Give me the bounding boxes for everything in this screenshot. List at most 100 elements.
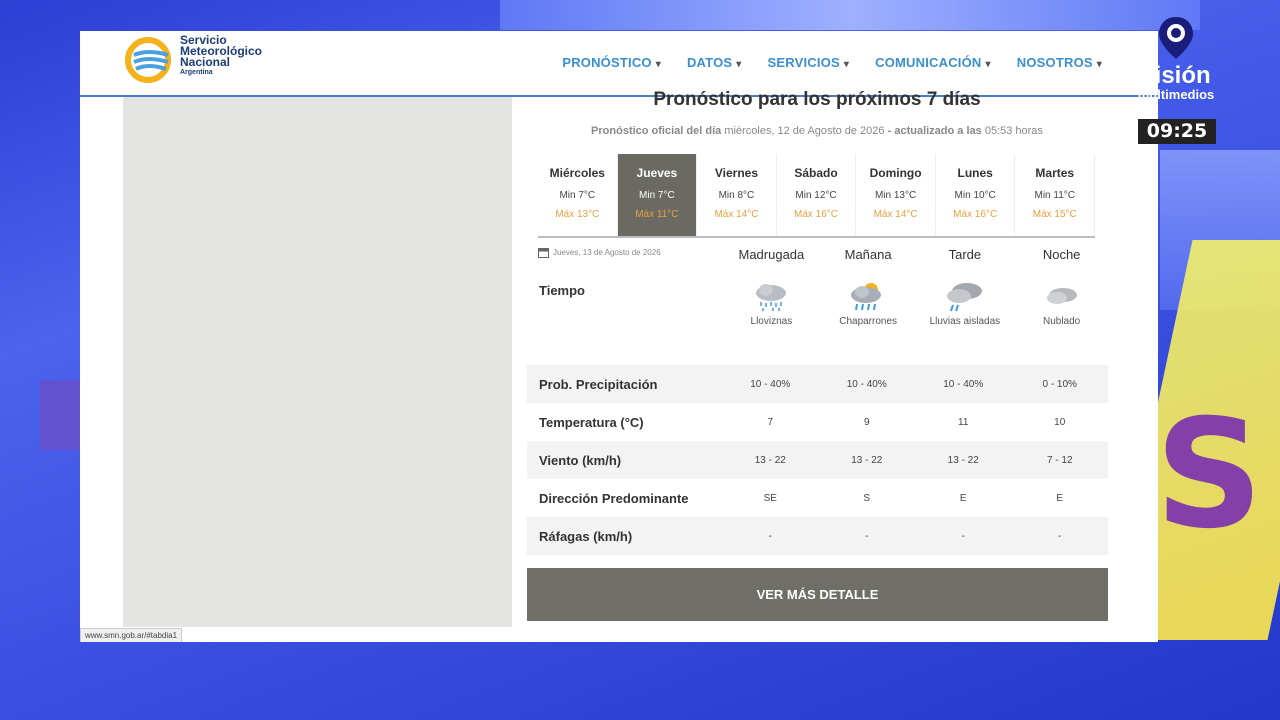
day-min: Min 7°C (559, 190, 596, 201)
browser-page: Servicio Meteorológico Nacional Argentin… (80, 31, 1158, 642)
subtitle-time: 05:53 horas (984, 125, 1043, 137)
nav-label: PRONÓSTICO (562, 55, 652, 70)
selected-date: Jueves, 13 de Agosto de 2026 (538, 247, 661, 258)
row-value: 10 - 40% (750, 378, 791, 390)
logo-text[interactable]: Servicio Meteorológico Nacional Argentin… (180, 34, 262, 78)
row-value: 13 - 22 (947, 454, 979, 466)
nav-label: SERVICIOS (767, 55, 840, 70)
row-label: Prob. Precipitación (539, 376, 658, 392)
nav-servicios[interactable]: SERVICIOS ▾ (768, 55, 850, 70)
row-value: SE (763, 492, 777, 504)
caret-down-icon: ▾ (843, 59, 850, 70)
day-tab[interactable]: Sábado Min 12°C Máx 16°C (777, 154, 857, 236)
nav-comunicacion[interactable]: COMUNICACIÓN ▾ (875, 55, 991, 70)
day-name: Miércoles (549, 166, 605, 180)
table-row: Temperatura (°C) 7 9 11 10 (527, 403, 1108, 441)
nav-label: NOSOTROS (1016, 55, 1093, 70)
day-max: Máx 14°C (714, 209, 759, 220)
forecast-subtitle: Pronóstico oficial del día miércoles, 12… (526, 125, 1108, 137)
subtitle-updated: - actualizado a las (887, 125, 982, 137)
showers-sun-icon (851, 283, 882, 311)
condition-label: Lluvias aisladas (929, 316, 1001, 327)
day-max: Máx 16°C (794, 209, 839, 220)
map-placeholder (123, 97, 512, 627)
table-row: Dirección Predominante SE S E E (527, 479, 1108, 517)
caret-down-icon: ▾ (736, 59, 742, 70)
period-headers: Madrugada Mañana Tarde Noche (723, 247, 1110, 262)
cloudy-icon (1046, 288, 1077, 304)
site-header: Servicio Meteorológico Nacional Argentin… (80, 31, 1158, 97)
period-header: Madrugada (738, 247, 805, 262)
background-glow (500, 0, 1200, 30)
logo-line: Nacional (180, 55, 231, 69)
day-max: Máx 16°C (953, 209, 998, 220)
row-value: 0 - 10% (1042, 378, 1077, 390)
caret-down-icon: ▾ (655, 59, 661, 70)
condition-label: Lloviznas (750, 316, 793, 327)
nav-label: DATOS (686, 55, 733, 70)
row-value: E (959, 492, 967, 504)
day-tab[interactable]: Miércoles Min 7°C Máx 13°C (538, 154, 618, 236)
day-tab[interactable]: Domingo Min 13°C Máx 14°C (856, 154, 936, 236)
row-value: - (768, 530, 772, 542)
day-name: Lunes (957, 166, 993, 180)
row-value: 10 - 40% (846, 378, 887, 390)
caret-down-icon: ▾ (985, 59, 991, 70)
channel-logo: visión multimedios (1126, 15, 1226, 101)
row-label: Temperatura (°C) (539, 414, 644, 430)
period-header: Mañana (844, 247, 892, 262)
period-header: Noche (1042, 247, 1081, 262)
ver-mas-detalle-button[interactable]: VER MÁS DETALLE (527, 568, 1108, 621)
subtitle-date: miércoles, 12 de Agosto de 2026 (724, 125, 885, 137)
weather-cell: Lloviznas (723, 281, 820, 329)
row-value: E (1056, 492, 1064, 504)
row-value: 10 (1054, 416, 1066, 428)
browser-status-url: www.smn.gob.ar/#tabdia1 (80, 628, 183, 642)
row-value: S (863, 492, 871, 504)
row-value: 9 (863, 416, 870, 428)
day-tab[interactable]: Lunes Min 10°C Máx 16°C (936, 154, 1016, 236)
day-min: Min 10°C (954, 190, 996, 201)
day-min: Min 7°C (639, 190, 675, 201)
brand-sub: multimedios (1137, 87, 1215, 102)
row-label: Viento (km/h) (539, 452, 622, 468)
nav-pronostico[interactable]: PRONÓSTICO ▾ (562, 55, 661, 70)
row-value: - (865, 530, 869, 542)
row-value: - (961, 530, 965, 542)
day-name: Martes (1035, 166, 1075, 180)
condition-label: Chaparrones (839, 316, 898, 327)
row-value: - (1058, 530, 1062, 542)
table-row: Prob. Precipitación 10 - 40% 10 - 40% 10… (527, 365, 1108, 403)
row-label: Dirección Predominante (539, 490, 689, 506)
table-row: Viento (km/h) 13 - 22 13 - 22 13 - 22 7 … (527, 441, 1108, 479)
day-name: Jueves (636, 166, 678, 180)
row-value: 7 (767, 416, 774, 428)
nav-datos[interactable]: DATOS ▾ (687, 55, 742, 70)
isolated-rain-icon (946, 283, 982, 312)
row-value: 13 - 22 (851, 454, 883, 466)
brand-name: visión (1141, 62, 1211, 89)
day-tab-active[interactable]: Jueves Min 7°C Máx 11°C (617, 154, 698, 236)
logo-line: Argentina (180, 69, 213, 76)
day-max: Máx 11°C (635, 209, 679, 220)
row-value: 7 - 12 (1046, 454, 1073, 466)
day-tabs: Miércoles Min 7°C Máx 13°C Jueves Min 7°C Má… (538, 154, 1096, 238)
caret-down-icon: ▾ (1096, 59, 1102, 70)
day-name: Viernes (714, 166, 759, 180)
day-min: Min 11°C (1034, 190, 1076, 201)
condition-label: Nublado (1042, 316, 1081, 327)
forecast-table: Prob. Precipitación 10 - 40% 10 - 40% 10… (527, 365, 1108, 555)
row-value: 13 - 22 (754, 454, 786, 466)
tv-clock: 09:25 (1138, 119, 1216, 144)
day-tab[interactable]: Viernes Min 8°C Máx 14°C (697, 154, 777, 236)
drizzle-icon (756, 284, 787, 311)
day-min: Min 12°C (795, 190, 837, 201)
nav-nosotros[interactable]: NOSOTROS ▾ (1017, 55, 1102, 70)
tiempo-label: Tiempo (539, 283, 585, 298)
background-letter: S (1155, 388, 1264, 562)
day-tab[interactable]: Martes Min 11°C Máx 15°C (1015, 154, 1096, 236)
nav-label: COMUNICACIÓN (875, 55, 982, 70)
day-min: Min 13°C (874, 190, 917, 201)
smn-logo-icon[interactable] (124, 37, 172, 83)
day-min: Min 8°C (718, 190, 755, 201)
